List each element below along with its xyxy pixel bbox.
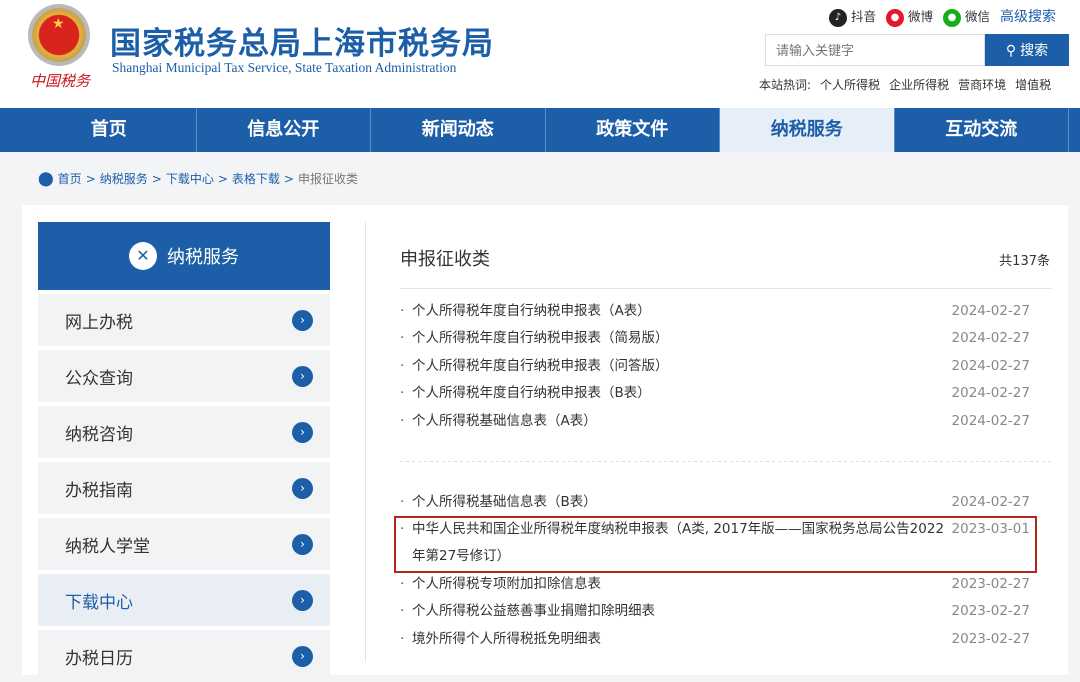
tax-service-icon: ✕ — [129, 242, 157, 270]
list-item[interactable]: 个人所得税年度自行纳税申报表（简易版）2024-02-27 — [400, 325, 1030, 352]
sidebar-header: ✕ 纳税服务 — [38, 222, 330, 290]
sidebar-item-online-tax[interactable]: 网上办税 › — [38, 294, 330, 346]
nav-news[interactable]: 新闻动态 — [371, 108, 546, 152]
breadcrumb-home[interactable]: 首页 — [58, 170, 82, 187]
sidebar-item-school[interactable]: 纳税人学堂 › — [38, 518, 330, 570]
breadcrumb-current: 申报征收类 — [297, 172, 358, 186]
sidebar-item-guide[interactable]: 办税指南 › — [38, 462, 330, 514]
list-item[interactable]: 个人所得税基础信息表（B表）2024-02-27 — [400, 489, 1030, 516]
wechat-icon: ● — [942, 8, 961, 27]
nav-home[interactable]: 首页 — [22, 108, 197, 152]
divider — [400, 461, 1052, 462]
main-nav: 首页 信息公开 新闻动态 政策文件 纳税服务 互动交流 — [0, 108, 1080, 152]
chevron-right-icon: › — [292, 309, 313, 331]
sidebar-item-download-center[interactable]: 下载中心 › — [38, 574, 330, 626]
sidebar-item-calendar[interactable]: 办税日历 › — [38, 630, 330, 682]
chevron-right-icon: › — [292, 533, 313, 555]
sidebar-item-tax-consult[interactable]: 纳税咨询 › — [38, 406, 330, 458]
social-douyin[interactable]: ♪ 抖音 — [828, 6, 876, 27]
list-item[interactable]: 个人所得税年度自行纳税申报表（B表）2024-02-27 — [400, 380, 1030, 407]
national-emblem-logo: ★ — [28, 4, 90, 66]
hot-words: 本站热词: 个人所得税 企业所得税 营商环境 增值税 — [759, 76, 1051, 93]
divider — [400, 288, 1052, 289]
chevron-right-icon: › — [292, 477, 313, 499]
search-bar: ⚲ 搜索 — [765, 34, 1069, 66]
location-pin-icon: ⬤ — [38, 170, 54, 187]
search-input[interactable] — [765, 34, 985, 66]
social-wechat[interactable]: ● 微信 — [942, 6, 990, 27]
hot-words-label: 本站热词: — [759, 78, 812, 92]
chevron-right-icon: › — [292, 421, 313, 443]
social-links: ♪ 抖音 ● 微博 ● 微信 高级搜索 — [828, 6, 1056, 27]
nav-info-disclosure[interactable]: 信息公开 — [197, 108, 371, 152]
hot-word[interactable]: 营商环境 — [958, 76, 1006, 93]
site-subtitle: Shanghai Municipal Tax Service, State Ta… — [112, 60, 457, 75]
breadcrumb-forms[interactable]: 表格下载 — [232, 170, 280, 187]
breadcrumb: ⬤ 首页 > 纳税服务 > 下载中心 > 表格下载 > 申报征收类 — [38, 170, 358, 187]
china-tax-seal-text: 中国税务 — [30, 72, 91, 90]
chevron-right-icon: › — [292, 645, 313, 667]
hot-word[interactable]: 个人所得税 — [820, 76, 880, 93]
nav-policy[interactable]: 政策文件 — [546, 108, 720, 152]
nav-tax-service[interactable]: 纳税服务 — [720, 108, 895, 152]
douyin-icon: ♪ — [828, 8, 847, 27]
breadcrumb-download[interactable]: 下载中心 — [166, 170, 214, 187]
site-header: ★ 中国税务 国家税务总局上海市税务局 Shanghai Municipal T… — [0, 0, 1080, 108]
list-item[interactable]: 个人所得税公益慈善事业捐赠扣除明细表2023-02-27 — [400, 598, 1030, 625]
list-item[interactable]: 个人所得税专项附加扣除信息表2023-02-27 — [400, 571, 1030, 598]
highlight-box — [394, 516, 1037, 573]
hot-word[interactable]: 增值税 — [1015, 76, 1051, 93]
advanced-search-link[interactable]: 高级搜索 — [1000, 6, 1056, 26]
list-item[interactable]: 个人所得税年度自行纳税申报表（问答版）2024-02-27 — [400, 353, 1030, 380]
search-icon: ⚲ — [1005, 42, 1021, 58]
hot-word[interactable]: 企业所得税 — [889, 76, 949, 93]
item-count: 共137条 — [999, 254, 1050, 269]
sidebar-title: 纳税服务 — [167, 247, 239, 268]
list-item[interactable]: 个人所得税基础信息表（A表）2024-02-27 — [400, 408, 1030, 435]
chevron-right-icon: › — [292, 365, 313, 387]
section-title: 申报征收类 — [400, 249, 490, 270]
chevron-right-icon: › — [292, 589, 313, 611]
breadcrumb-tax-service[interactable]: 纳税服务 — [100, 170, 148, 187]
social-weibo[interactable]: ● 微博 — [885, 6, 933, 27]
site-title: 国家税务总局上海市税务局 — [110, 26, 494, 62]
sidebar-item-public-query[interactable]: 公众查询 › — [38, 350, 330, 402]
divider — [365, 222, 366, 662]
weibo-icon: ● — [885, 8, 904, 27]
list-item[interactable]: 个人所得税年度自行纳税申报表（A表）2024-02-27 — [400, 298, 1030, 325]
nav-interaction[interactable]: 互动交流 — [895, 108, 1069, 152]
search-button[interactable]: ⚲ 搜索 — [985, 34, 1069, 66]
list-item[interactable]: 境外所得个人所得税抵免明细表2023-02-27 — [400, 626, 1030, 653]
